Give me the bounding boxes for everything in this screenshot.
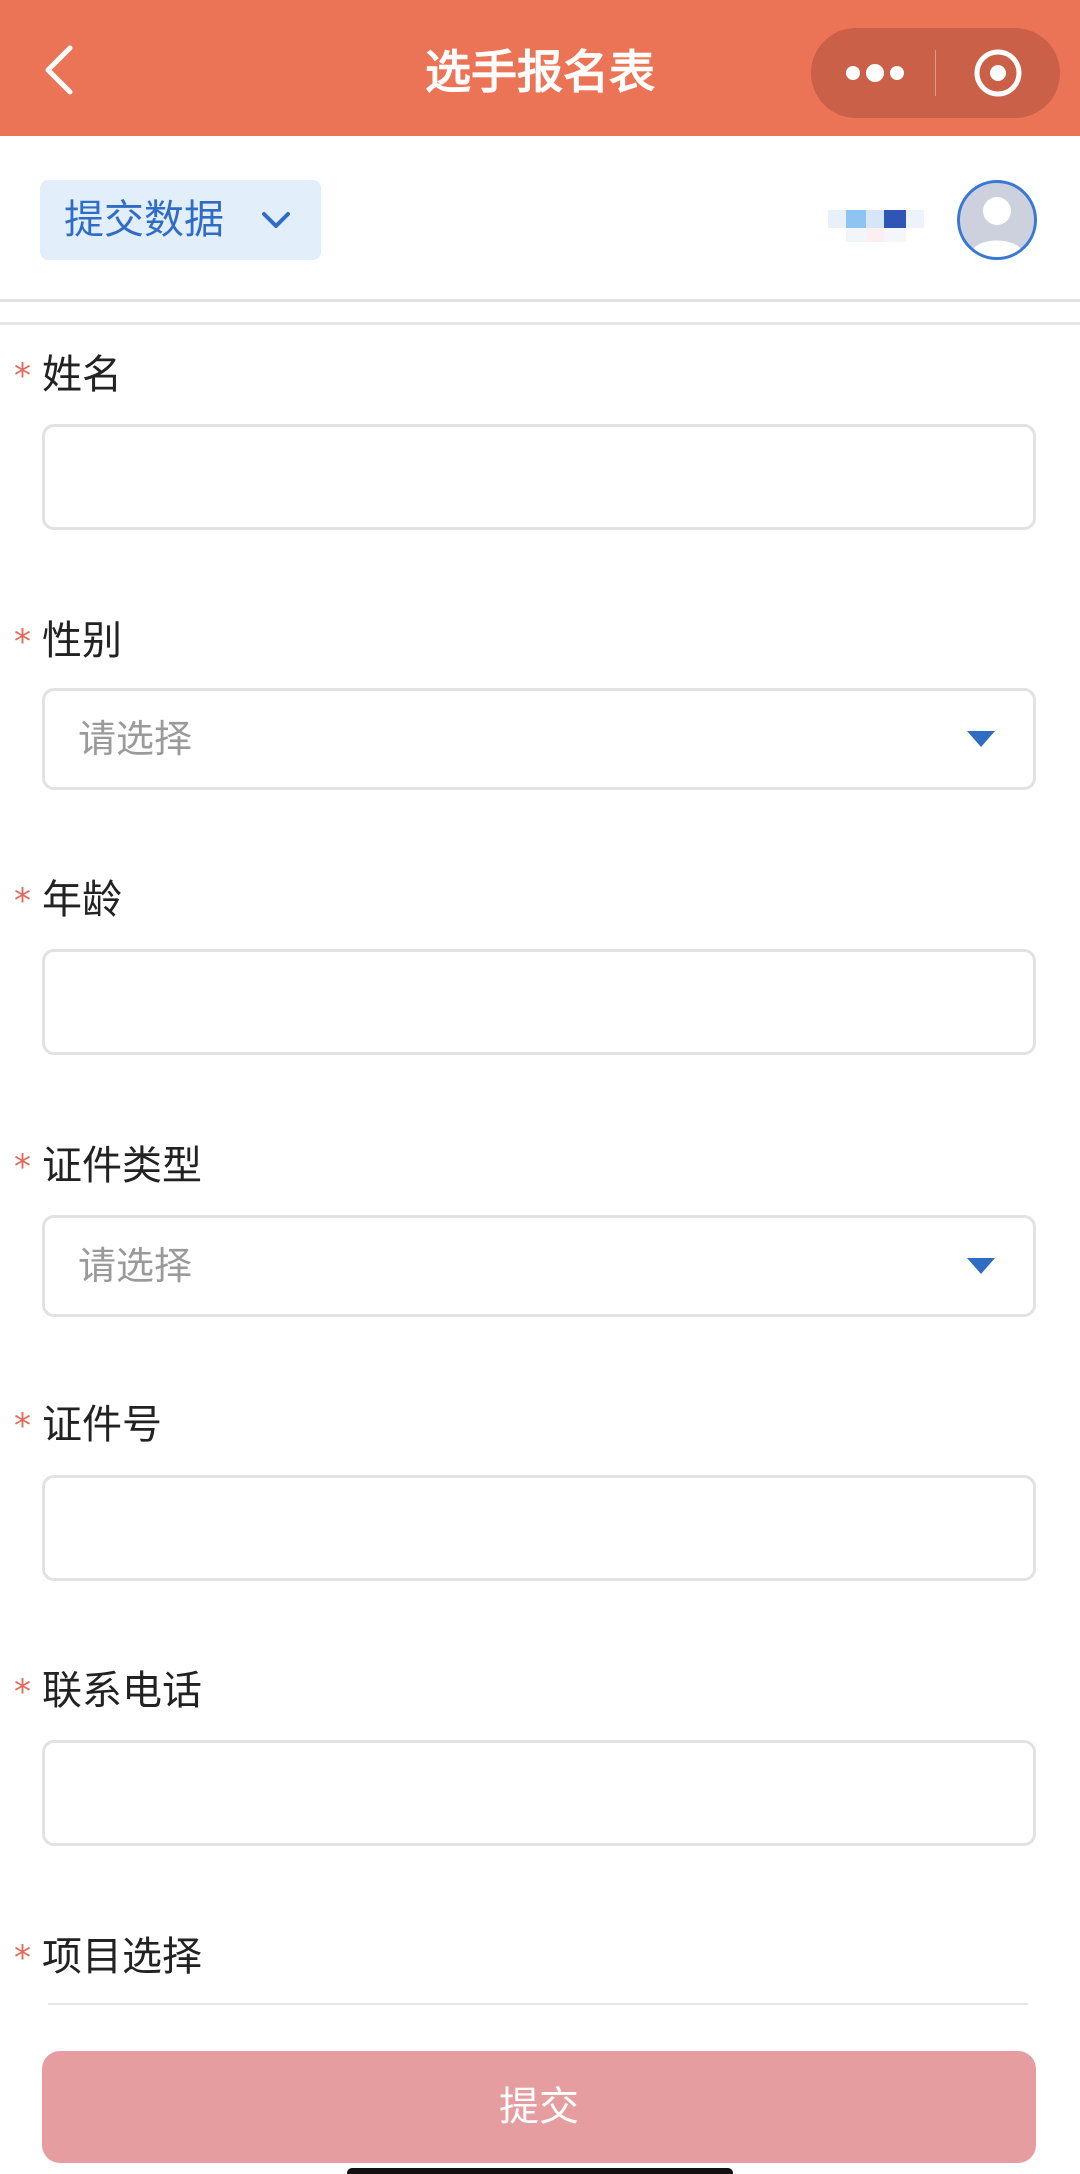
required-mark: * — [14, 356, 31, 396]
field-label-row: * 性别 — [0, 611, 1080, 671]
blurred-username-image — [828, 210, 924, 242]
top-nav-bar: 选手报名表 — [0, 0, 1080, 136]
field-label-row: * 项目选择 — [0, 1927, 1080, 1987]
select-placeholder: 请选择 — [78, 1244, 193, 1288]
close-button[interactable] — [936, 28, 1060, 118]
required-mark: * — [14, 1147, 31, 1187]
field-label: 证件号 — [42, 1402, 162, 1448]
field-label: 性别 — [42, 618, 122, 664]
required-mark: * — [14, 881, 31, 921]
submit-button[interactable]: 提交 — [42, 2051, 1036, 2163]
field-label: 联系电话 — [42, 1668, 202, 1714]
more-dots-icon — [846, 64, 904, 82]
field-label-row: * 证件号 — [0, 1395, 1080, 1455]
more-button[interactable] — [811, 28, 935, 118]
field-label-row: * 年龄 — [0, 870, 1080, 930]
submit-data-dropdown[interactable]: 提交数据 — [40, 180, 321, 260]
field-label-row: * 证件类型 — [0, 1136, 1080, 1196]
gender-select[interactable]: 请选择 — [42, 688, 1036, 790]
id-number-input[interactable] — [42, 1475, 1036, 1581]
submit-data-label: 提交数据 — [64, 197, 224, 243]
required-mark: * — [14, 1406, 31, 1446]
id-type-select[interactable]: 请选择 — [42, 1215, 1036, 1317]
caret-down-icon — [967, 1258, 995, 1274]
chevron-down-icon — [262, 212, 290, 228]
divider — [48, 2003, 1028, 2005]
field-label-row: * 姓名 — [0, 345, 1080, 405]
field-label: 项目选择 — [42, 1934, 202, 1980]
required-mark: * — [14, 1938, 31, 1978]
mini-program-capsule — [811, 28, 1060, 118]
caret-down-icon — [967, 731, 995, 747]
field-label: 姓名 — [42, 352, 122, 398]
phone-input[interactable] — [42, 1740, 1036, 1846]
user-silhouette-icon — [970, 197, 1024, 257]
app-root: 选手报名表 提交数据 * 姓名 * 性别 请选择 * 年龄 * 证件类型 请选择… — [0, 0, 1080, 2174]
divider — [0, 322, 1080, 325]
field-label: 年龄 — [42, 877, 122, 923]
age-input[interactable] — [42, 949, 1036, 1055]
submit-label: 提交 — [499, 2084, 579, 2130]
form-toolbar: 提交数据 — [0, 136, 1080, 302]
field-label: 证件类型 — [42, 1143, 202, 1189]
avatar[interactable] — [957, 180, 1037, 260]
target-circle-icon — [974, 49, 1022, 97]
name-input[interactable] — [42, 424, 1036, 530]
select-placeholder: 请选择 — [78, 717, 193, 761]
field-label-row: * 联系电话 — [0, 1661, 1080, 1721]
required-mark: * — [14, 1672, 31, 1712]
home-indicator — [347, 2168, 733, 2174]
required-mark: * — [14, 622, 31, 662]
